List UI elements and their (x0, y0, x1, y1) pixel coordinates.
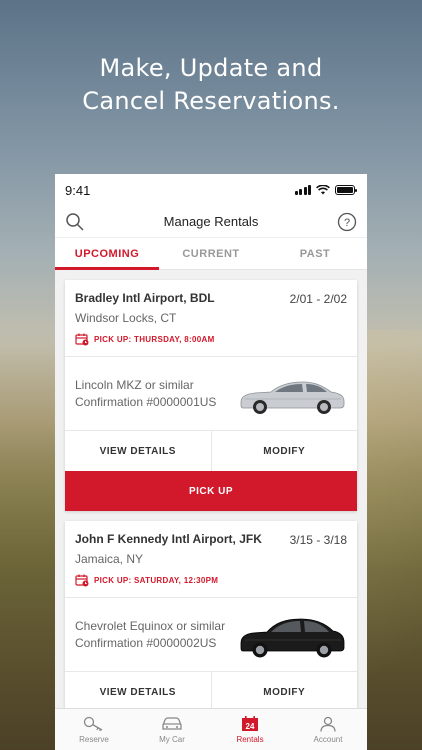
headline-line-1: Make, Update and (99, 54, 323, 82)
reservation-actions: VIEW DETAILS MODIFY (65, 672, 357, 708)
car-icon (162, 716, 182, 730)
wifi-icon (316, 185, 330, 195)
rental-dates: 2/01 - 2/02 (289, 292, 347, 306)
location-city: Jamaica, NY (75, 552, 144, 566)
reservation-card: John F Kennedy Intl Airport, JFK 3/15 - … (65, 521, 357, 708)
nav-label-rentals: Rentals (236, 734, 264, 744)
calendar-clock-icon (75, 574, 89, 587)
svg-text:?: ? (344, 217, 350, 229)
calendar-icon: 24 (242, 715, 258, 731)
modify-button[interactable]: MODIFY (210, 672, 358, 708)
view-details-button[interactable]: VIEW DETAILS (65, 431, 211, 471)
reservations-list[interactable]: Bradley Intl Airport, BDL 2/01 - 2/02 Wi… (55, 270, 367, 708)
pickup-time: PICK UP: SATURDAY, 12:30PM (75, 574, 347, 587)
location-city: Windsor Locks, CT (75, 311, 177, 325)
pickup-time-text: PICK UP: THURSDAY, 8:00AM (94, 335, 215, 344)
vehicle-info: Lincoln MKZ or similar Confirmation #000… (65, 357, 357, 431)
nav-label-account: Account (313, 734, 343, 744)
reservation-header[interactable]: Bradley Intl Airport, BDL 2/01 - 2/02 Wi… (65, 280, 357, 357)
suv-image (240, 618, 345, 657)
page-title: Manage Rentals (163, 214, 259, 229)
status-bar: 9:41 (55, 174, 367, 206)
tab-past[interactable]: PAST (263, 238, 367, 269)
bottom-nav: Reserve My Car 24 Rentals Account (55, 708, 367, 750)
reservation-actions: VIEW DETAILS MODIFY (65, 431, 357, 471)
reservation-card: Bradley Intl Airport, BDL 2/01 - 2/02 Wi… (65, 280, 357, 511)
nav-label-my-car: My Car (159, 734, 185, 744)
vehicle-name: Lincoln MKZ or similar (75, 377, 194, 392)
nav-label-reserve: Reserve (79, 734, 109, 744)
signal-icon (294, 185, 311, 195)
sedan-image (240, 381, 345, 414)
vehicle-info: Chevrolet Equinox or similar Confirmatio… (65, 598, 357, 672)
vehicle-name: Chevrolet Equinox or similar (75, 618, 226, 633)
nav-my-car[interactable]: My Car (133, 709, 211, 750)
status-time: 9:41 (65, 182, 91, 198)
nav-rentals[interactable]: 24 Rentals (211, 709, 289, 750)
rental-dates: 3/15 - 3/18 (289, 533, 347, 547)
headline-line-2: Cancel Reservations. (82, 87, 340, 115)
help-icon[interactable]: ? (337, 212, 357, 232)
calendar-day: 24 (246, 722, 255, 731)
status-icons (294, 185, 357, 195)
confirmation-number: Confirmation #0000001US (75, 394, 217, 409)
rental-tabs: UPCOMING CURRENT PAST (55, 237, 367, 270)
reservation-header[interactable]: John F Kennedy Intl Airport, JFK 3/15 - … (65, 521, 357, 598)
search-icon[interactable] (65, 212, 85, 232)
pickup-time: PICK UP: THURSDAY, 8:00AM (75, 333, 347, 346)
confirmation-number: Confirmation #0000002US (75, 635, 217, 650)
view-details-button[interactable]: VIEW DETAILS (65, 672, 211, 708)
battery-icon (335, 185, 357, 195)
key-icon (83, 716, 103, 731)
pick-up-button[interactable]: PICK UP (65, 471, 357, 511)
person-icon (320, 716, 336, 732)
phone-screen: 9:41 Manage Rentals ? UPCOMING CURRENT P… (55, 174, 367, 750)
nav-account[interactable]: Account (289, 709, 367, 750)
nav-reserve[interactable]: Reserve (55, 709, 133, 750)
modify-button[interactable]: MODIFY (210, 431, 358, 471)
pickup-time-text: PICK UP: SATURDAY, 12:30PM (94, 576, 219, 585)
promo-headline: Make, Update and Cancel Reservations. (0, 52, 422, 118)
tab-upcoming[interactable]: UPCOMING (55, 238, 159, 270)
tab-current[interactable]: CURRENT (159, 238, 263, 269)
nav-bar: Manage Rentals ? (55, 206, 367, 237)
calendar-clock-icon (75, 333, 89, 346)
